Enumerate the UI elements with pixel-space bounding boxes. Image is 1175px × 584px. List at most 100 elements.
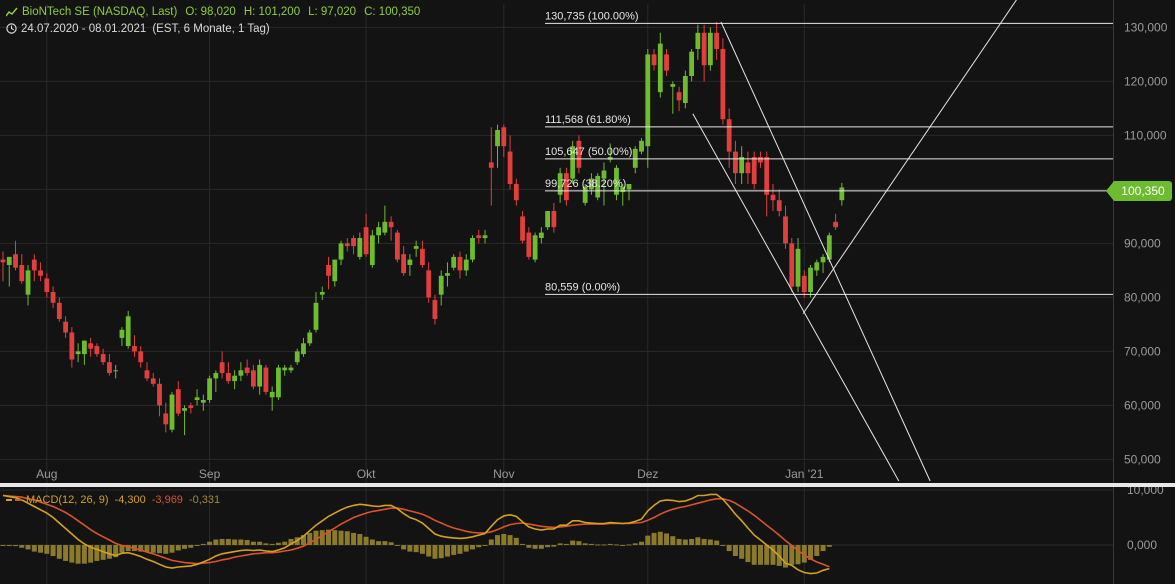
candle-body: [689, 51, 694, 76]
candle-body: [313, 302, 319, 330]
last-price-badge: 100,350: [1106, 181, 1172, 201]
macd-histogram-bar: [482, 545, 488, 546]
macd-histogram-bar: [213, 539, 219, 545]
candle-body: [758, 157, 763, 163]
candle-body: [745, 162, 751, 174]
macd-histogram-bar: [200, 543, 206, 545]
macd-histogram-bar: [250, 541, 256, 545]
macd-histogram-bar: [63, 545, 69, 561]
candle-body: [645, 54, 651, 147]
price-tick-label: 130,000: [1124, 20, 1168, 34]
macd-histogram-bar: [182, 545, 188, 549]
candle-body: [301, 343, 306, 355]
macd-histogram-bar: [432, 545, 438, 559]
macd-histogram-bar: [745, 545, 751, 563]
macd-histogram-bar: [795, 545, 801, 565]
clock-icon[interactable]: [6, 23, 17, 35]
macd-histogram-bar: [632, 543, 638, 545]
macd-histogram-bar: [732, 545, 738, 556]
macd-histogram-bar: [545, 545, 551, 548]
price-tick-label: 110,000: [1124, 128, 1167, 142]
candle-body: [820, 256, 826, 263]
candle-body: [501, 127, 507, 147]
candle-body: [639, 140, 644, 152]
candle-body: [664, 54, 669, 71]
macd-value: -4,300: [114, 494, 146, 506]
candle-body: [182, 408, 187, 411]
candle-body: [25, 270, 31, 295]
macd-histogram-bar: [238, 539, 244, 545]
candle-body: [238, 370, 244, 376]
candle-body: [770, 194, 776, 201]
macd-histogram-bar: [31, 545, 37, 552]
macd-histogram-bar: [814, 545, 820, 556]
candle-body: [225, 373, 231, 382]
macd-histogram-bar: [726, 545, 732, 552]
macd-tick-label: 0,000: [1127, 538, 1157, 552]
candle-body: [125, 316, 131, 346]
candle-body: [269, 391, 275, 398]
chart-area[interactable]: 130,735 (100.00%) 111,568 (61.80%) 105,647…: [0, 0, 1175, 584]
macd-histogram-bar: [651, 532, 657, 545]
macd-histogram-bar: [451, 545, 457, 555]
fibonacci-level-label: 130,735 (100.00%): [545, 10, 639, 22]
close-value: C: 100,350: [364, 6, 421, 18]
macd-histogram-bar: [757, 545, 763, 565]
candle-body: [401, 254, 407, 274]
candle-body: [783, 216, 788, 244]
candle-body: [764, 157, 770, 195]
candle-body: [707, 32, 713, 66]
price-tick-label: 120,000: [1124, 74, 1168, 88]
macd-histogram-bar: [676, 538, 682, 545]
candle-body: [150, 378, 156, 384]
candle-body: [332, 259, 338, 282]
time-tick-label: Dez: [637, 467, 658, 481]
macd-histogram-bar: [695, 537, 701, 545]
candle-body: [175, 389, 181, 414]
price-tick-label: 70,000: [1124, 344, 1161, 358]
macd-histogram-bar: [563, 543, 569, 545]
candle-body: [19, 265, 25, 282]
instrument-header: BioNTech SE (NASDAQ, Last) O: 98,020 H: 10…: [6, 6, 428, 18]
macd-histogram-bar: [657, 531, 663, 545]
range-header: 24.07.2020 - 08.01.2021 (EST, 6 Monate, 1…: [6, 23, 276, 35]
candle-body: [213, 373, 219, 379]
macd-histogram-bar: [526, 545, 532, 548]
candle-body: [751, 157, 757, 184]
price-tick-label: 50,000: [1124, 452, 1161, 466]
macd-histogram-bar: [357, 534, 363, 545]
macd-histogram-bar: [207, 541, 213, 545]
macd-histogram-bar: [407, 545, 413, 552]
price-tick-label: 80,000: [1124, 290, 1161, 304]
macd-histogram-bar: [263, 543, 269, 545]
candle-body: [38, 270, 43, 276]
candle-body: [814, 262, 820, 271]
time-tick-label: Okt: [357, 467, 376, 481]
macd-histogram-bar: [244, 540, 250, 545]
candle-body: [326, 265, 331, 276]
macd-histogram-bar: [438, 545, 444, 559]
macd-histogram-bar: [582, 543, 588, 545]
candle-body: [382, 221, 388, 233]
macd-histogram-bar: [19, 545, 25, 548]
candle-body: [282, 367, 288, 371]
price-tick-label: 90,000: [1124, 236, 1161, 250]
candle-body: [445, 273, 450, 276]
low-value: L: 97,020: [308, 6, 357, 18]
macd-histogram-bar: [751, 545, 757, 565]
candle-body: [294, 351, 300, 363]
chart-type-icon[interactable]: [6, 7, 18, 17]
macd-histogram-bar: [175, 545, 181, 551]
macd-histogram-bar: [188, 545, 194, 548]
candle-body: [107, 362, 112, 373]
macd-histogram-bar: [169, 545, 175, 553]
candle-body: [157, 383, 162, 406]
macd-histogram-bar: [613, 544, 619, 546]
candle-body: [482, 235, 488, 238]
candle-body: [144, 370, 150, 379]
candle-body: [219, 362, 225, 373]
candle-body: [163, 413, 169, 425]
candle-body: [69, 332, 75, 360]
candle-body: [457, 256, 463, 271]
macd-histogram-bar: [607, 543, 613, 545]
